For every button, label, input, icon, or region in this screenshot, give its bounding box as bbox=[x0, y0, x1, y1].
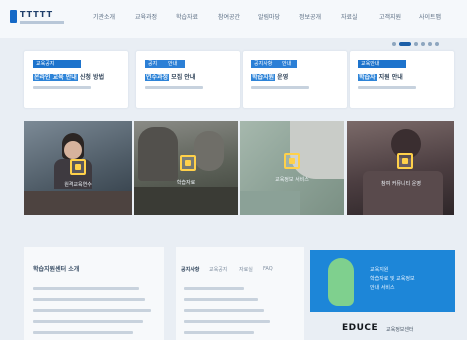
page: TTTTT 기관소개 교육과정 학습자료 참여공간 알림마당 정보공개 자료실 … bbox=[0, 0, 467, 340]
logo-icon bbox=[10, 10, 17, 23]
tile-label: 교육정보 서비스 bbox=[275, 177, 309, 183]
banner-text: 학습자료 및 교육정보 bbox=[370, 276, 415, 282]
menu-item[interactable]: 고객지원 bbox=[379, 12, 401, 22]
panel-title: 학습지원센터 소개 bbox=[33, 266, 80, 273]
notice-item[interactable] bbox=[33, 287, 139, 290]
photo-table bbox=[134, 187, 238, 215]
monitor-icon bbox=[70, 159, 86, 175]
notice-item[interactable] bbox=[33, 298, 145, 301]
slider-dot[interactable] bbox=[392, 42, 396, 46]
notice-item[interactable] bbox=[33, 309, 151, 312]
promo-banner[interactable]: 교육지원 학습자료 및 교육정보 안내 서비스 bbox=[310, 250, 455, 312]
menu-item[interactable]: 알림마당 bbox=[258, 12, 280, 22]
board-item[interactable] bbox=[184, 287, 244, 290]
photo-person bbox=[138, 127, 178, 181]
notice-card[interactable]: 교육공지 온라인 교육 안내 신청 방법 bbox=[24, 51, 128, 108]
board-item[interactable] bbox=[184, 298, 258, 301]
banner-text: 안내 서비스 bbox=[370, 285, 395, 291]
tab-faq[interactable]: FAQ bbox=[263, 266, 273, 272]
slider-dot[interactable] bbox=[414, 42, 418, 46]
photo-desk bbox=[24, 191, 132, 215]
menu-item[interactable]: 기관소개 bbox=[93, 12, 115, 22]
tile-community[interactable]: 참여 커뮤니티 운영 bbox=[347, 121, 454, 215]
chat-icon bbox=[397, 153, 413, 169]
menu-item[interactable]: 교육과정 bbox=[135, 12, 157, 22]
menu-item[interactable]: 사이트맵 bbox=[419, 12, 441, 22]
card-date bbox=[145, 86, 203, 89]
map-graphic bbox=[328, 258, 354, 306]
site-logo[interactable]: TTTTT bbox=[10, 9, 70, 29]
photo-paper bbox=[290, 121, 344, 179]
logo-subtitle bbox=[20, 21, 64, 24]
photo-floor bbox=[240, 191, 300, 215]
card-badge: 교육공지 bbox=[33, 60, 81, 68]
board-item[interactable] bbox=[184, 309, 264, 312]
board-tabs: 공지사항 교육공지 자료실 FAQ bbox=[181, 266, 299, 274]
tile-learning-materials[interactable]: 학습자료 bbox=[134, 121, 238, 215]
card-date bbox=[358, 86, 416, 89]
notice-card[interactable]: 공지사항 안내 학습지원 운영 bbox=[243, 51, 347, 108]
tile-label: 참여 커뮤니티 운영 bbox=[381, 181, 421, 187]
card-badge: 공지 bbox=[145, 60, 165, 68]
notice-panel: 학습지원센터 소개 bbox=[24, 247, 164, 340]
tab-notice[interactable]: 공지사항 bbox=[181, 266, 199, 273]
partner-logo[interactable]: EDUCE bbox=[342, 323, 378, 333]
document-icon bbox=[180, 155, 196, 171]
top-navigation: TTTTT 기관소개 교육과정 학습자료 참여공간 알림마당 정보공개 자료실 … bbox=[0, 0, 467, 38]
notice-item[interactable] bbox=[33, 331, 133, 334]
menu-item[interactable]: 정보공개 bbox=[299, 12, 321, 22]
card-badge-secondary: 안내 bbox=[165, 60, 185, 68]
card-title: 온라인 교육 안내 신청 방법 bbox=[33, 74, 105, 81]
notice-card[interactable]: 교육안내 학습자 지원 안내 bbox=[350, 51, 454, 108]
tile-education-service[interactable]: 교육정보 서비스 bbox=[240, 121, 344, 215]
card-title: 학습자 지원 안내 bbox=[358, 74, 403, 81]
card-badge: 교육안내 bbox=[358, 60, 406, 68]
photo-hands bbox=[363, 171, 443, 215]
notice-item[interactable] bbox=[33, 320, 143, 323]
screen-icon bbox=[284, 153, 300, 169]
card-badge-secondary: 안내 bbox=[279, 60, 297, 68]
menu-item[interactable]: 학습자료 bbox=[176, 12, 198, 22]
partner-logo-subtitle: 교육정보센터 bbox=[386, 327, 414, 333]
tile-label: 학습자료 bbox=[176, 180, 196, 186]
slider-dot[interactable] bbox=[421, 42, 425, 46]
tile-label: 원격교육연수 bbox=[64, 182, 92, 188]
card-badge: 공지사항 bbox=[251, 60, 279, 68]
banner-text: 교육지원 bbox=[370, 267, 389, 273]
notice-card[interactable]: 공지 안내 연수과정 모집 안내 bbox=[136, 51, 240, 108]
main-menu: 기관소개 교육과정 학습자료 참여공간 알림마당 정보공개 자료실 고객지원 사… bbox=[93, 12, 453, 24]
card-date bbox=[251, 86, 309, 89]
board-item[interactable] bbox=[184, 331, 254, 334]
logo-text: TTTTT bbox=[20, 10, 54, 19]
tab-archive[interactable]: 자료실 bbox=[239, 266, 253, 273]
slider-dot[interactable] bbox=[428, 42, 432, 46]
photo-face bbox=[64, 141, 82, 159]
board-item[interactable] bbox=[184, 320, 270, 323]
menu-item[interactable]: 자료실 bbox=[341, 12, 358, 22]
tile-remote-training[interactable]: 원격교육연수 bbox=[24, 121, 132, 215]
board-panel bbox=[176, 247, 304, 340]
photo-person bbox=[194, 131, 224, 171]
card-date bbox=[33, 86, 91, 89]
card-title: 연수과정 모집 안내 bbox=[145, 74, 196, 81]
slider-dot-active[interactable] bbox=[399, 42, 411, 46]
tab-edu-notice[interactable]: 교육공지 bbox=[209, 266, 227, 273]
menu-item[interactable]: 참여공간 bbox=[218, 12, 240, 22]
slider-pagination bbox=[392, 41, 454, 47]
card-title: 학습지원 운영 bbox=[251, 74, 289, 81]
slider-dot[interactable] bbox=[435, 42, 439, 46]
